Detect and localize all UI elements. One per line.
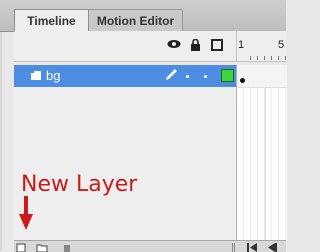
visibility-dot[interactable] <box>186 75 189 78</box>
frame-row-bg[interactable] <box>237 65 287 88</box>
layer-row-bg[interactable]: bg <box>14 65 236 87</box>
lock-icon[interactable] <box>190 39 201 51</box>
outline-icon[interactable] <box>211 39 223 51</box>
eye-icon[interactable] <box>167 39 181 49</box>
frame-number-1: 1 <box>238 39 245 51</box>
frames-area[interactable] <box>236 65 287 241</box>
layer-name[interactable]: bg <box>46 68 60 83</box>
annotation-arrow <box>19 196 33 230</box>
lock-dot[interactable] <box>204 75 207 78</box>
timeline-bottom-bar <box>14 240 286 252</box>
annotation-label: New Layer <box>21 172 138 197</box>
tab-motion-editor[interactable]: Motion Editor <box>89 9 183 31</box>
pencil-icon <box>166 69 177 80</box>
timeline-header: 1 5 <box>14 31 286 62</box>
layers-list-empty-area[interactable] <box>14 87 236 241</box>
frames-grid <box>237 87 287 241</box>
frame-ruler-ticks <box>250 56 286 60</box>
header-divider <box>236 31 237 61</box>
outline-color-swatch[interactable] <box>221 69 234 82</box>
panel-tab-bar: Timeline Motion Editor <box>0 0 286 32</box>
frame-number-5: 5 <box>278 39 285 51</box>
layer-icon <box>31 71 41 80</box>
keyframe[interactable] <box>240 78 245 83</box>
tab-timeline[interactable]: Timeline <box>14 9 89 32</box>
